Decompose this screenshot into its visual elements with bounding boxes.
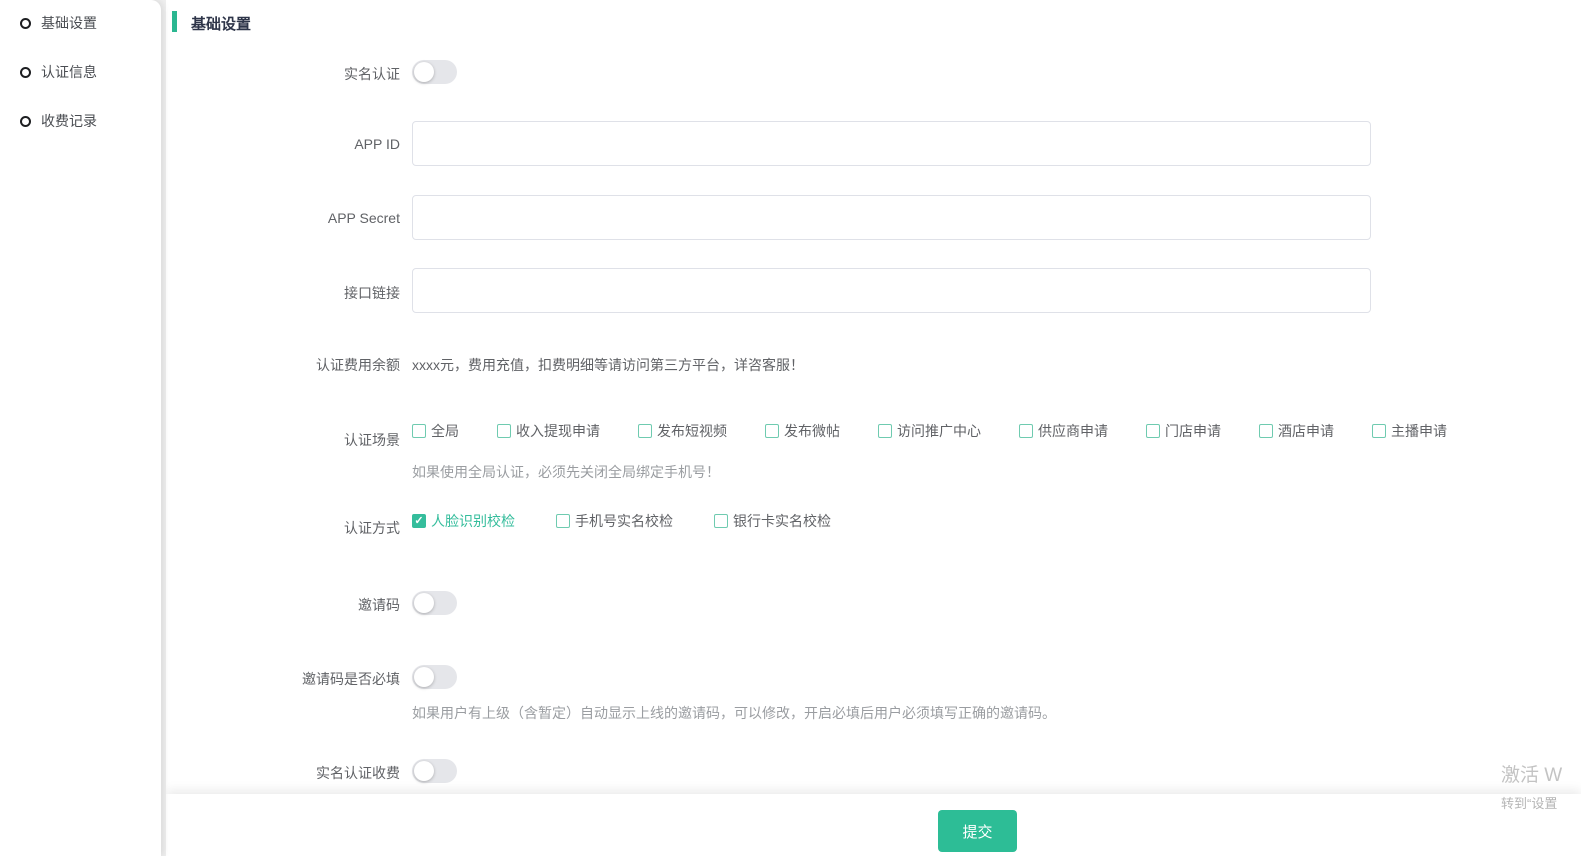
toggle-knob-icon [414, 62, 434, 82]
realname-fee-toggle[interactable] [412, 759, 457, 783]
form-footer: 提交 [166, 794, 1581, 856]
checkbox-icon[interactable] [638, 424, 652, 438]
checkbox-label: 银行卡实名校检 [733, 511, 831, 531]
sidebar-item-label: 基础设置 [41, 13, 97, 33]
checkbox-icon[interactable] [714, 514, 728, 528]
invite-required-toggle[interactable] [412, 665, 457, 689]
auth-fee-balance-text: xxxx元，费用充值，扣费明细等请访问第三方平台，详咨客服！ [412, 355, 804, 375]
radio-circle-icon [20, 18, 31, 29]
basic-settings-panel: 基础设置 实名认证 APP ID APP Secret 接口链接 认证费用余额 … [166, 0, 1581, 856]
scene-option-store[interactable]: 门店申请 [1146, 421, 1221, 441]
api-link-label: 接口链接 [166, 283, 400, 303]
settings-sidebar: 基础设置 认证信息 收费记录 [0, 0, 161, 856]
auth-fee-balance-label: 认证费用余额 [166, 355, 400, 375]
page-title: 基础设置 [191, 13, 251, 34]
submit-button[interactable]: 提交 [938, 810, 1017, 852]
checkbox-icon[interactable] [497, 424, 511, 438]
checkbox-label: 人脸识别校检 [431, 511, 515, 531]
api-link-input[interactable] [412, 268, 1371, 313]
scene-option-promo-center[interactable]: 访问推广中心 [878, 421, 981, 441]
sidebar-item-basic-settings[interactable]: 基础设置 [20, 12, 97, 34]
sidebar-item-fee-records[interactable]: 收费记录 [20, 110, 97, 132]
auth-scene-hint: 如果使用全局认证，必须先关闭全局绑定手机号！ [412, 462, 720, 482]
app-secret-input[interactable] [412, 195, 1371, 240]
checkbox-label: 酒店申请 [1278, 421, 1334, 441]
scene-option-anchor[interactable]: 主播申请 [1372, 421, 1447, 441]
checkbox-label: 供应商申请 [1038, 421, 1108, 441]
checkbox-label: 收入提现申请 [516, 421, 600, 441]
method-option-phone[interactable]: 手机号实名校检 [556, 511, 673, 531]
realname-auth-toggle[interactable] [412, 60, 457, 84]
checkbox-icon[interactable] [1259, 424, 1273, 438]
radio-circle-icon [20, 67, 31, 78]
checkbox-icon[interactable] [412, 514, 426, 528]
toggle-knob-icon [414, 667, 434, 687]
toggle-knob-icon [414, 761, 434, 781]
checkbox-icon[interactable] [1146, 424, 1160, 438]
watermark-line1: 激活 W [1501, 760, 1581, 787]
realname-auth-label: 实名认证 [166, 64, 400, 84]
method-option-face[interactable]: 人脸识别校检 [412, 511, 515, 531]
app-id-input[interactable] [412, 121, 1371, 166]
checkbox-label: 主播申请 [1391, 421, 1447, 441]
toggle-knob-icon [414, 593, 434, 613]
checkbox-label: 全局 [431, 421, 459, 441]
checkbox-label: 发布微帖 [784, 421, 840, 441]
checkbox-label: 手机号实名校检 [575, 511, 673, 531]
invite-code-label: 邀请码 [166, 595, 400, 615]
invite-code-toggle[interactable] [412, 591, 457, 615]
app-id-label: APP ID [166, 136, 400, 152]
invite-required-label: 邀请码是否必填 [166, 669, 400, 689]
scene-option-short-video[interactable]: 发布短视频 [638, 421, 727, 441]
checkbox-label: 发布短视频 [657, 421, 727, 441]
auth-method-options: 人脸识别校检 手机号实名校检 银行卡实名校检 [412, 511, 831, 531]
scene-option-withdraw[interactable]: 收入提现申请 [497, 421, 600, 441]
invite-required-hint: 如果用户有上级（含暂定）自动显示上线的邀请码，可以修改，开启必填后用户必须填写正… [412, 703, 1056, 723]
checkbox-icon[interactable] [1372, 424, 1386, 438]
checkbox-icon[interactable] [556, 514, 570, 528]
method-option-bankcard[interactable]: 银行卡实名校检 [714, 511, 831, 531]
sidebar-item-auth-info[interactable]: 认证信息 [20, 61, 97, 83]
title-accent-bar [172, 11, 177, 32]
scene-option-supplier[interactable]: 供应商申请 [1019, 421, 1108, 441]
scene-option-hotel[interactable]: 酒店申请 [1259, 421, 1334, 441]
auth-scene-options: 全局 收入提现申请 发布短视频 发布微帖 访问推广中心 供应商申请 门店申请 [412, 421, 1447, 441]
checkbox-label: 访问推广中心 [897, 421, 981, 441]
sidebar-item-label: 收费记录 [41, 111, 97, 131]
checkbox-icon[interactable] [878, 424, 892, 438]
scene-option-micro-post[interactable]: 发布微帖 [765, 421, 840, 441]
radio-circle-icon [20, 116, 31, 127]
auth-method-label: 认证方式 [166, 518, 400, 538]
checkbox-icon[interactable] [1019, 424, 1033, 438]
realname-fee-label: 实名认证收费 [166, 763, 400, 783]
app-secret-label: APP Secret [166, 210, 400, 226]
checkbox-icon[interactable] [765, 424, 779, 438]
sidebar-item-label: 认证信息 [41, 62, 97, 82]
auth-scene-label: 认证场景 [166, 430, 400, 450]
scene-option-global[interactable]: 全局 [412, 421, 459, 441]
checkbox-icon[interactable] [412, 424, 426, 438]
checkbox-label: 门店申请 [1165, 421, 1221, 441]
